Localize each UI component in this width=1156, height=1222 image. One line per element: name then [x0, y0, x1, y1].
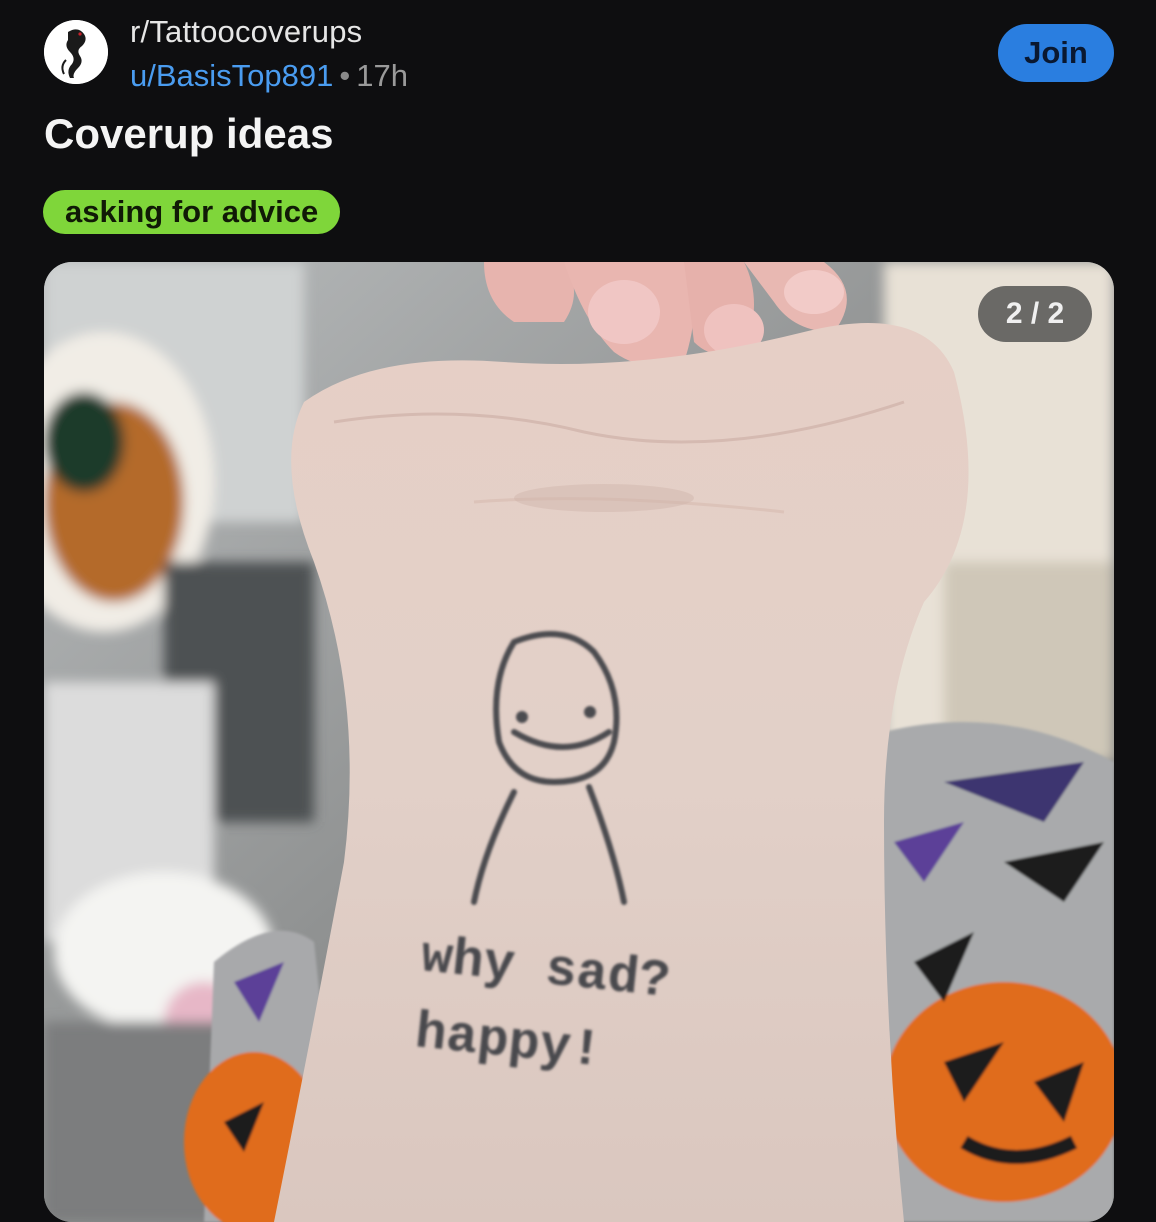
post-image[interactable]: why sad? happy! [44, 262, 1114, 1222]
join-button[interactable]: Join [998, 24, 1114, 82]
post-meta: u/BasisTop891 • 17h [130, 58, 408, 94]
subreddit-avatar[interactable] [44, 20, 108, 84]
author-username[interactable]: u/BasisTop891 [130, 58, 333, 93]
post-title[interactable]: Coverup ideas [44, 110, 333, 158]
post-flair[interactable]: asking for advice [43, 190, 341, 234]
panther-avatar-icon [44, 20, 108, 84]
wrist-tattoo-photo: why sad? happy! [44, 262, 1114, 1222]
subreddit-name[interactable]: r/Tattoocoverups [130, 14, 362, 50]
post-time: 17h [356, 58, 408, 93]
meta-separator: • [339, 58, 351, 93]
image-counter-badge: 2 / 2 [978, 286, 1092, 342]
